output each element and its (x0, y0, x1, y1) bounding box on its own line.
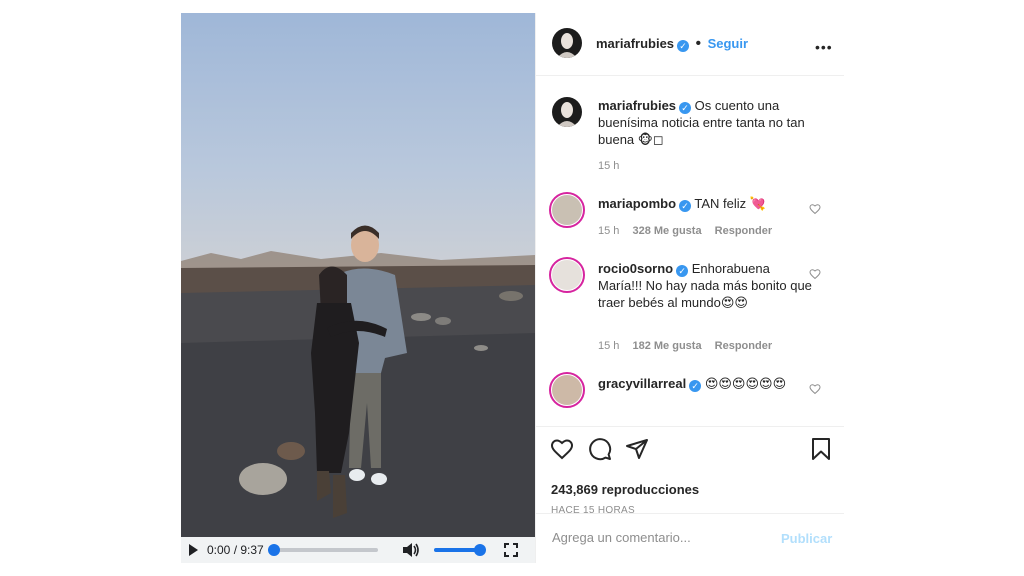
video-progress-thumb[interactable] (267, 544, 280, 556)
couple-photo (181, 225, 535, 537)
share-icon[interactable] (625, 437, 649, 461)
comment-username[interactable]: gracyvillarreal (598, 376, 686, 391)
post-actions: 243,869 reproducciones HACE 15 HORAS (536, 426, 844, 527)
comment-username[interactable]: mariapombo (598, 196, 676, 211)
comment-likes[interactable]: 182 Me gusta (632, 340, 701, 352)
comment-meta: 15 h 328 Me gusta Responder (598, 225, 782, 237)
verified-badge-icon: ✓ (689, 380, 702, 392)
post-header: mariafrubies ✓ • Seguir ••• (536, 13, 844, 76)
author-avatar[interactable] (552, 28, 582, 58)
reply-button[interactable]: Responder (715, 225, 772, 237)
play-icon[interactable] (189, 544, 198, 556)
more-options-icon[interactable]: ••• (815, 39, 833, 55)
volume-slider[interactable] (433, 544, 486, 556)
comment-like-heart-icon[interactable] (809, 203, 821, 215)
comment-username[interactable]: rocio0sorno (598, 261, 673, 276)
fullscreen-icon[interactable] (503, 543, 518, 557)
video-progress-bar[interactable] (267, 544, 378, 556)
caption-username[interactable]: mariafrubies (598, 98, 676, 113)
heart-icon[interactable] (550, 437, 574, 461)
comment-time: 15 h (598, 340, 620, 352)
view-count[interactable]: 243,869 reproducciones (551, 482, 699, 497)
post-media[interactable] (181, 13, 535, 537)
verified-badge-icon: ✓ (676, 265, 689, 277)
caption-time: 15 h (598, 160, 620, 172)
video-time: 0:00 / 9:37 (207, 543, 264, 557)
caption-avatar[interactable] (552, 97, 582, 127)
video-controls: 0:00 / 9:37 (181, 537, 535, 563)
comment-text: TAN feliz 💘 (694, 196, 766, 211)
volume-icon[interactable] (402, 542, 420, 558)
reply-button[interactable]: Responder (715, 340, 772, 352)
volume-slider-thumb[interactable] (473, 544, 486, 556)
comment-icon[interactable] (588, 437, 612, 461)
comment-text: 😍😍😍😍😍😍 (704, 376, 787, 391)
author-username[interactable]: mariafrubies (596, 36, 674, 51)
post-side-panel: mariafrubies ✓ • Seguir ••• mariafrubies ✓… (535, 13, 844, 563)
verified-badge-icon: ✓ (679, 102, 692, 114)
caption: mariafrubies ✓ Os cuento una buenísima no… (598, 97, 813, 148)
comment-input[interactable] (550, 529, 764, 546)
comment-time: 15 h (598, 225, 620, 237)
caption-meta: 15 h (598, 160, 629, 172)
verified-badge-icon: ✓ (679, 200, 692, 212)
separator-dot: • (695, 35, 702, 52)
comment-meta: 15 h 182 Me gusta Responder (598, 340, 782, 352)
comment-likes[interactable]: 328 Me gusta (632, 225, 701, 237)
follow-button[interactable]: Seguir (708, 36, 748, 51)
commenter-avatar[interactable] (552, 195, 582, 225)
comment-item: rocio0sorno ✓ Enhorabuena María!!! No hay… (598, 260, 813, 311)
comment-like-heart-icon[interactable] (809, 268, 821, 280)
comment-like-heart-icon[interactable] (809, 383, 821, 395)
commenter-avatar[interactable] (552, 260, 582, 290)
comment-item: gracyvillarreal ✓ 😍😍😍😍😍😍 (598, 375, 813, 392)
publish-button[interactable]: Publicar (781, 531, 832, 546)
add-comment-bar: Publicar (536, 513, 844, 564)
comment-item: mariapombo ✓ TAN feliz 💘 (598, 195, 813, 212)
verified-badge-icon: ✓ (677, 40, 690, 52)
commenter-avatar[interactable] (552, 375, 582, 405)
bookmark-icon[interactable] (810, 437, 832, 461)
